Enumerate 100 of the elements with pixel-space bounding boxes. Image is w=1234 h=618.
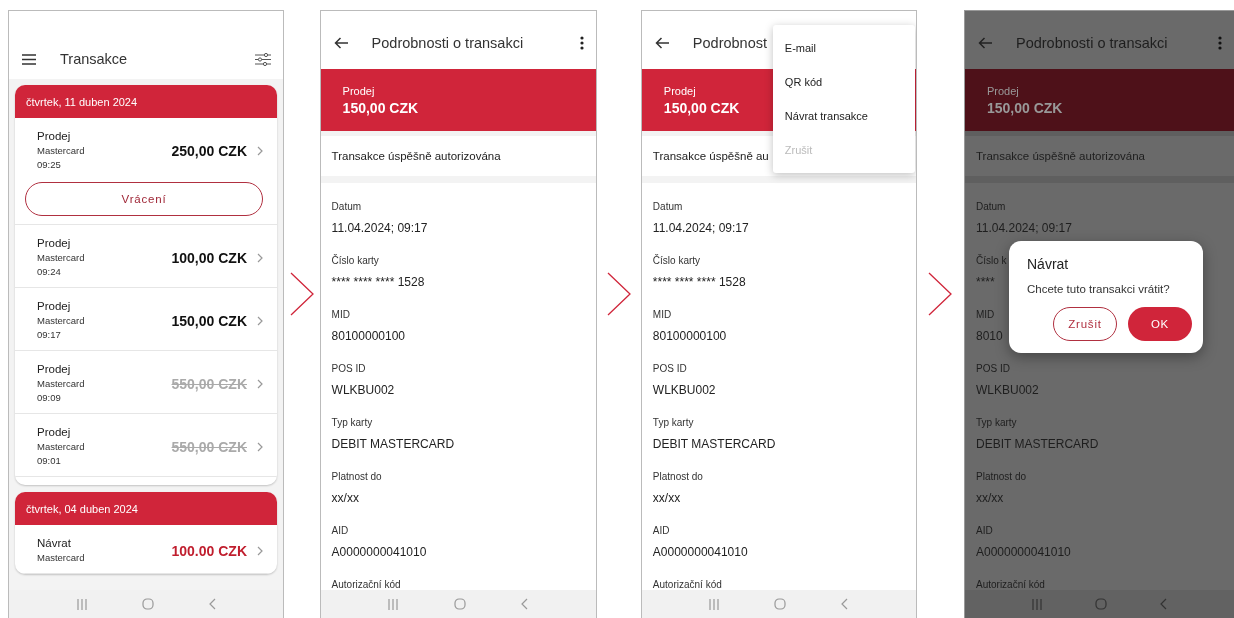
transaction-row[interactable]: Prodej Mastercard 09:09 550,00 CZK: [15, 351, 277, 414]
menu-item[interactable]: E-mail: [772, 31, 915, 65]
back-arrow-icon[interactable]: [654, 37, 669, 49]
transaction-type: Prodej: [37, 362, 72, 377]
menu-item[interactable]: QR kód: [772, 65, 915, 99]
field-value: A0000000041010: [331, 544, 427, 560]
dialog-title: Návrat: [1027, 255, 1070, 273]
field-value: 11.04.2024; 09:17: [652, 220, 749, 236]
recent-apps-icon[interactable]: [709, 598, 720, 610]
dialog-message: Chcete tuto transakci vrátit?: [1027, 283, 1171, 295]
screen-title: Podrobnosti o transakci: [1016, 35, 1168, 51]
transaction-type: Prodej: [37, 425, 72, 440]
transaction-time: 09:01: [37, 454, 62, 468]
field-label: POS ID: [976, 362, 1010, 376]
card-name: Mastercard: [37, 551, 86, 565]
recent-apps-icon[interactable]: [1031, 598, 1042, 610]
field-value: 11.04.2024; 09:17: [976, 220, 1072, 236]
chevron-icon: [257, 545, 263, 556]
chevron-icon: [257, 145, 263, 156]
dialog-button[interactable]: Zrušit: [1053, 307, 1117, 341]
back-icon[interactable]: [1160, 598, 1168, 610]
status-text: Transakce úspěšně au: [652, 150, 769, 162]
recent-apps-icon[interactable]: [76, 598, 87, 610]
back-arrow-icon[interactable]: [333, 37, 348, 49]
status-text: Transakce úspěšně autorizována: [976, 150, 1145, 162]
field-label: MID: [331, 308, 350, 322]
field-label: Číslo karty: [652, 254, 701, 268]
home-icon[interactable]: [453, 598, 466, 610]
field-label: MID: [652, 308, 672, 322]
transaction-type: Prodej: [663, 84, 696, 99]
screen-title: Transakce: [60, 51, 128, 67]
home-icon[interactable]: [141, 598, 154, 610]
home-icon[interactable]: [774, 598, 787, 610]
field-label: Datum: [331, 200, 362, 214]
field-value: WLKBU002: [331, 382, 395, 398]
field-value: xx/xx: [331, 490, 359, 506]
transaction-amount: 100,00 CZK: [171, 249, 247, 266]
transaction-type: Prodej: [987, 84, 1019, 99]
field-label: POS ID: [331, 362, 366, 376]
transaction-type: Prodej: [37, 129, 72, 144]
field-value: 80100000100: [652, 328, 727, 344]
transaction-type: Prodej: [37, 299, 72, 314]
field-value: A0000000041010: [652, 544, 748, 560]
field-value: 80100000100: [331, 328, 405, 344]
dialog-button[interactable]: OK: [1128, 307, 1192, 341]
card-name: Mastercard: [37, 440, 86, 454]
back-icon[interactable]: [208, 598, 216, 610]
transaction-time: 09:24: [37, 265, 62, 279]
back-icon[interactable]: [520, 598, 528, 610]
transaction-row[interactable]: Prodej Mastercard 09:25 250,00 CZK Vrácení: [15, 118, 277, 225]
field-value: xx/xx: [976, 490, 1004, 506]
menu-icon[interactable]: [22, 53, 36, 65]
field-value: WLKBU002: [652, 382, 716, 398]
transaction-amount: 150,00 CZK: [342, 99, 419, 117]
field-label: Datum: [652, 200, 683, 214]
transaction-row[interactable]: Prodej Mastercard 09:24 100,00 CZK: [15, 225, 277, 288]
home-icon[interactable]: [1094, 598, 1107, 610]
field-value: A0000000041010: [976, 544, 1071, 560]
chevron-icon: [257, 378, 263, 389]
transaction-type: Prodej: [37, 236, 72, 251]
field-label: MID: [976, 308, 995, 322]
refund-button[interactable]: Vrácení: [25, 182, 263, 216]
screen-title: Podrobnosti o transakci: [371, 35, 524, 51]
field-value: xx/xx: [652, 490, 681, 506]
transaction-amount: 250,00 CZK: [171, 142, 247, 159]
chevron-icon: [257, 441, 263, 452]
transaction-type: Návrat: [37, 536, 72, 551]
transaction-time: 09:25: [37, 158, 62, 172]
field-value: 8010: [976, 328, 1003, 344]
field-label: Autorizační kód: [652, 578, 722, 590]
field-value: ****: [976, 274, 995, 290]
field-value: DEBIT MASTERCARD: [976, 436, 1099, 452]
menu-item[interactable]: Návrat transakce: [772, 99, 915, 133]
transaction-row[interactable]: Prodej Mastercard 09:17 150,00 CZK: [15, 288, 277, 351]
field-label: Číslo karty: [331, 254, 379, 268]
transaction-row[interactable]: Návrat Mastercard 100.00 CZK: [15, 525, 277, 574]
more-options-icon[interactable]: [579, 36, 584, 50]
chevron-icon: [606, 272, 631, 316]
transaction-amount: 150,00 CZK: [987, 99, 1063, 117]
status-text: Transakce úspěšně autorizována: [331, 150, 501, 162]
back-icon[interactable]: [841, 598, 849, 610]
group-date: čtvrtek, 04 duben 2024: [26, 502, 138, 515]
transaction-amount: 550,00 CZK: [171, 438, 247, 455]
field-value: 11.04.2024; 09:17: [331, 220, 428, 236]
transaction-time: 09:17: [37, 328, 62, 342]
chevron-icon: [257, 252, 263, 263]
recent-apps-icon[interactable]: [388, 598, 399, 610]
field-value: **** **** **** 1528: [331, 274, 425, 290]
transaction-amount: 150,00 CZK: [171, 312, 247, 329]
transaction-type: Prodej: [342, 84, 375, 99]
field-value: DEBIT MASTERCARD: [652, 436, 776, 452]
field-label: AID: [976, 524, 993, 538]
group-date: čtvrtek, 11 duben 2024: [26, 95, 138, 108]
transaction-amount: 100.00 CZK: [171, 542, 247, 559]
field-label: Platnost do: [976, 470, 1027, 484]
field-label: AID: [331, 524, 349, 538]
card-name: Mastercard: [37, 314, 86, 328]
transaction-row[interactable]: Prodej Mastercard 09:01 550,00 CZK: [15, 414, 277, 477]
field-label: Typ karty: [652, 416, 694, 430]
filter-icon[interactable]: [255, 52, 271, 66]
